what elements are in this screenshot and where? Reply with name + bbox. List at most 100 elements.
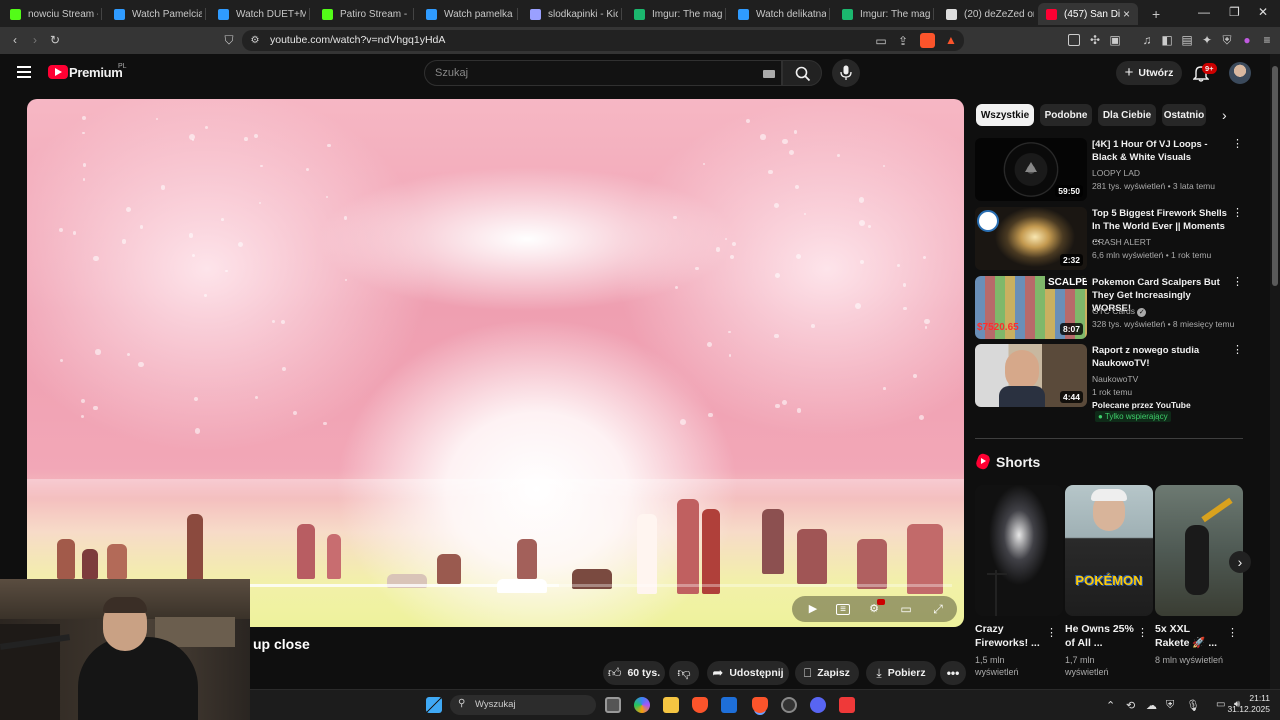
more-vertical-icon[interactable]: ⋮ <box>1232 345 1243 356</box>
avatar[interactable] <box>1229 62 1251 84</box>
close-tab-icon[interactable]: × <box>1123 7 1130 21</box>
cast-icon[interactable]: ▭ <box>874 34 888 48</box>
save-button[interactable]: ⎕ Zapisz <box>795 661 859 685</box>
recommendation-item[interactable]: 2:32 Top 5 Biggest Firework Shells In Th… <box>975 207 1245 271</box>
recommendation-item[interactable]: SCALPER $7520.65 8:07 Pokemon Card Scalp… <box>975 276 1245 340</box>
recommendation-item[interactable]: 4:44 Raport z nowego studia NaukowoTV! N… <box>975 344 1245 424</box>
tray-mic-icon[interactable]: 🎙︎ <box>1186 699 1200 712</box>
shorts-next-arrow-icon[interactable]: › <box>1229 551 1251 573</box>
page-scrollbar[interactable] <box>1270 54 1280 689</box>
taskbar-clock[interactable]: 21:11 31.12.2025 <box>1226 693 1270 715</box>
subtitles-icon[interactable]: ≡ <box>836 604 850 615</box>
autoplay-toggle-icon[interactable]: ▶ <box>806 602 820 616</box>
taskbar-search-input[interactable]: ⚲ Wyszukaj <box>450 695 596 715</box>
browser-tab[interactable]: Watch DUET+M&M <box>210 3 306 25</box>
filter-chip[interactable]: Ostatnio <box>1162 104 1206 126</box>
close-window-button[interactable]: ✕ <box>1258 5 1268 19</box>
keyboard-icon[interactable] <box>763 70 775 78</box>
obs-icon[interactable] <box>781 697 797 713</box>
youtube-logo-text[interactable]: Premium <box>69 65 123 80</box>
browser-tab[interactable]: (457) San Di × <box>1038 3 1138 25</box>
copilot-icon[interactable] <box>634 697 650 713</box>
tray-sync-icon[interactable]: ⟲ <box>1126 699 1135 712</box>
more-vertical-icon[interactable]: ⋮ <box>1232 208 1243 219</box>
minimize-window-button[interactable]: — <box>1198 5 1210 19</box>
music-icon[interactable]: ♫ <box>1140 33 1154 47</box>
leo-ai-icon[interactable]: ✦ <box>1200 33 1214 47</box>
short-thumbnail[interactable]: POKÉMON <box>1065 485 1153 616</box>
more-vertical-icon[interactable]: ⋮ <box>1137 626 1148 639</box>
browser-tab[interactable]: Imgur: The magic of <box>626 3 722 25</box>
filter-chip[interactable]: Wszystkie <box>976 104 1034 126</box>
like-button[interactable]: 👍︎ 60 tys. <box>603 661 665 685</box>
windows-start-icon[interactable] <box>426 697 442 713</box>
browser-tab[interactable]: Patiro Stream - Wa <box>314 3 410 25</box>
screenshot-icon[interactable]: ▣ <box>1108 33 1122 47</box>
share-button[interactable]: ➦ Udostępnij <box>707 661 789 685</box>
more-vertical-icon[interactable]: ⋮ <box>1232 139 1243 150</box>
browser-tab[interactable]: Watch pamelka <3 <box>418 3 514 25</box>
brave-shields-icon[interactable] <box>920 33 935 48</box>
browser-tab[interactable]: Watch Pamelcia <3 <box>106 3 202 25</box>
miniplayer-icon[interactable]: ▭ <box>899 602 913 616</box>
channel-name[interactable]: NaukowoTV <box>1092 374 1138 384</box>
browser-tab[interactable]: slodkapinki - Kick S <box>522 3 618 25</box>
extension-icon[interactable] <box>1068 34 1080 46</box>
chips-next-arrow-icon[interactable]: › <box>1222 107 1227 123</box>
search-button[interactable] <box>782 60 822 86</box>
share-page-icon[interactable]: ⇪ <box>896 34 910 48</box>
more-actions-button[interactable]: ••• <box>940 661 966 685</box>
filter-chip[interactable]: Dla Ciebie <box>1098 104 1156 126</box>
browser-menu-icon[interactable]: ≡ <box>1260 33 1274 47</box>
browser-tab[interactable]: nowciu Stream - Wa <box>2 3 98 25</box>
discord-icon[interactable] <box>810 697 826 713</box>
video-thumbnail[interactable]: 2:32 <box>975 207 1087 270</box>
recommendation-title[interactable]: Raport z nowego studia NaukowoTV! <box>1092 344 1232 370</box>
brave-active-icon[interactable] <box>752 697 768 713</box>
back-icon[interactable]: ‹ <box>8 33 22 47</box>
reload-icon[interactable]: ↻ <box>48 33 62 47</box>
recommendation-title[interactable]: [4K] 1 Hour Of VJ Loops - Black & White … <box>1092 138 1232 164</box>
browser-tab[interactable]: Watch delikatna | Sh <box>730 3 826 25</box>
recommendation-item[interactable]: 59:50 [4K] 1 Hour Of VJ Loops - Black & … <box>975 138 1245 202</box>
hamburger-menu-icon[interactable] <box>17 66 31 78</box>
tray-cloud-icon[interactable]: ☁ <box>1146 699 1157 712</box>
short-thumbnail[interactable] <box>975 485 1063 616</box>
brave-rewards-icon[interactable]: ▲ <box>944 33 958 47</box>
short-title[interactable]: 5x XXL Rakete 🚀 ... <box>1155 622 1227 650</box>
vivaldi-icon[interactable] <box>839 697 855 713</box>
wallet-icon[interactable]: ▤ <box>1180 33 1194 47</box>
new-tab-button[interactable]: + <box>1144 3 1162 25</box>
extensions-puzzle-icon[interactable]: ✣ <box>1088 33 1102 47</box>
tray-overflow-icon[interactable]: ⌃ <box>1106 699 1115 712</box>
video-thumbnail[interactable]: 59:50 <box>975 138 1087 201</box>
search-input[interactable]: Szukaj <box>424 60 782 86</box>
voice-search-button[interactable] <box>832 59 860 87</box>
more-vertical-icon[interactable]: ⋮ <box>1232 277 1243 288</box>
create-button[interactable]: + Utwórz <box>1116 61 1182 85</box>
task-view-icon[interactable] <box>605 697 621 713</box>
channel-name[interactable]: GTC Cards ✓ <box>1092 306 1147 317</box>
video-thumbnail[interactable]: SCALPER $7520.65 8:07 <box>975 276 1087 339</box>
brave-browser-icon[interactable] <box>692 697 708 713</box>
site-info-icon[interactable]: ⚙ <box>248 34 262 48</box>
forward-icon[interactable]: › <box>28 33 42 47</box>
short-title[interactable]: Crazy Fireworks! ... <box>975 622 1047 650</box>
browser-tab[interactable]: (20) deZeZed on X: <box>938 3 1034 25</box>
maximize-window-button[interactable]: ❐ <box>1229 5 1240 19</box>
browser-tab[interactable]: Imgur: The magic of <box>834 3 930 25</box>
more-vertical-icon[interactable]: ⋮ <box>1227 626 1238 639</box>
store-icon[interactable] <box>721 697 737 713</box>
tray-shield-icon[interactable]: ⛨ <box>1166 699 1174 712</box>
short-title[interactable]: He Owns 25% of All ... <box>1065 622 1137 650</box>
filter-chip[interactable]: Podobne <box>1040 104 1092 126</box>
vpn-icon[interactable]: ⛨ <box>1220 33 1234 47</box>
bookmark-icon[interactable]: ⛉ <box>222 33 236 47</box>
file-explorer-icon[interactable] <box>663 697 679 713</box>
youtube-logo-icon[interactable] <box>48 65 68 79</box>
video-thumbnail[interactable]: 4:44 <box>975 344 1087 407</box>
scrollbar-thumb[interactable] <box>1272 66 1278 286</box>
short-thumbnail[interactable] <box>1155 485 1243 616</box>
address-bar[interactable]: ⚙ youtube.com/watch?v=ndVhgq1yHdA ▭ ⇪ ▲ <box>242 30 964 51</box>
video-player[interactable]: ▶ ≡ ⚙ ▭ ⤢ <box>27 99 964 627</box>
